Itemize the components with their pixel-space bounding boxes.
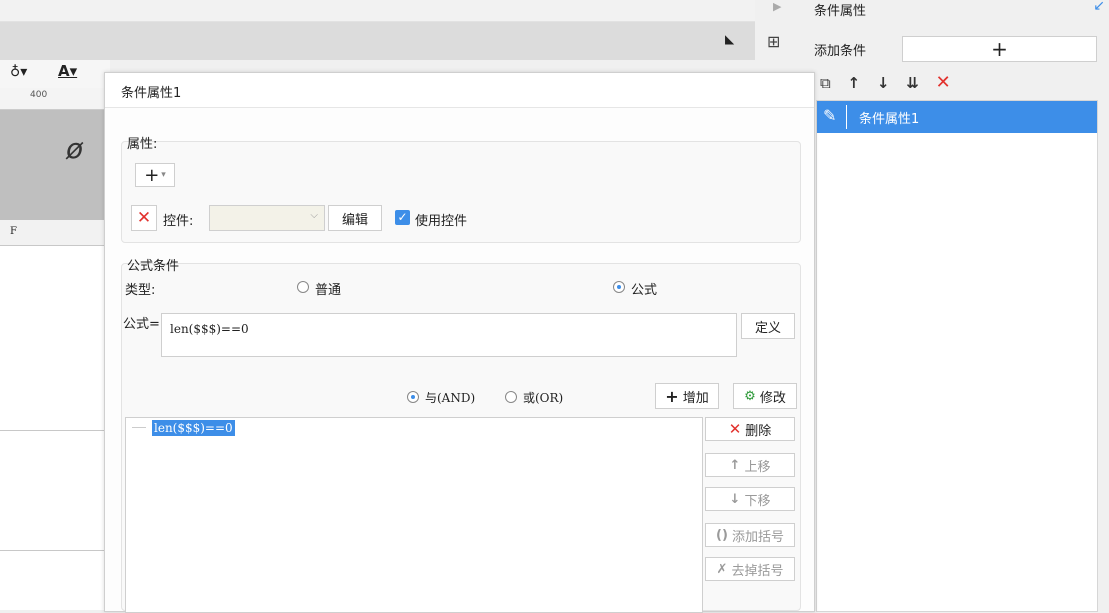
move-up-button[interactable]: ↑ 上移 [705,453,795,477]
delete-button-label: 删除 [745,423,772,439]
arrow-down-icon: ↓ [729,491,741,507]
table-row[interactable]: len($$$)==0 [152,420,235,436]
type-formula-radio[interactable] [613,281,625,293]
add-condition-button[interactable]: + [902,36,1097,62]
tree-connector [132,427,146,428]
bracket-icon: () [716,527,728,543]
move-up-icon[interactable]: ↑ [848,74,861,92]
grid-panel-icon[interactable]: ⊞ [767,32,780,51]
condition-tree: len($$$)==0 [125,417,703,613]
ruler-value: 400 [30,90,48,100]
hidden-eye-icon: ø [66,132,84,165]
type-normal-radio[interactable] [297,281,309,293]
condition-attribute-dialog: 条件属性1 属性: + ▾ ✕ 控件: ⌵ 编辑 ✓ 使用控件 公式条件 类型: … [104,72,815,613]
type-formula-label: 公式 [631,283,658,298]
add-attribute-button[interactable]: + ▾ [135,163,175,187]
sheet-column-header: F [0,220,110,246]
use-control-label: 使用控件 [415,214,468,229]
list-item-label: 条件属性1 [859,112,920,127]
condition-list: ✎ 条件属性1 [816,100,1098,612]
copy-icon[interactable]: ⧉ [820,74,831,92]
list-divider [846,105,847,129]
pencil-icon: ✎ [823,106,837,125]
grid-line [0,430,110,431]
formula-group-label: 公式条件 [127,259,180,274]
delete-icon: ✕ [728,420,742,438]
edit-button[interactable]: 编辑 [328,205,382,231]
resize-icon[interactable]: ↙ [1093,0,1105,14]
sheet-grid [0,246,110,610]
or-radio[interactable] [505,391,517,403]
remove-bracket-button[interactable]: ✗ 去掉括号 [705,557,795,581]
formula-label: 公式= [123,317,160,332]
modify-button-label: 修改 [759,390,786,406]
remove-bracket-icon: ✗ [716,561,728,577]
and-label: 与(AND) [425,391,476,405]
define-button[interactable]: 定义 [741,313,795,339]
move-down-label: 下移 [744,493,771,509]
panel-title: 条件属性 [814,4,867,19]
type-label: 类型: [125,283,156,298]
chevron-down-icon: ⌵ [310,210,318,221]
add-condition-item-button[interactable]: + 增加 [655,383,719,409]
control-label: 控件: [163,214,194,229]
move-down-button[interactable]: ↓ 下移 [705,487,795,511]
font-color-icon[interactable]: A▾ [58,62,77,80]
modify-icon: ⚙ [744,388,756,404]
grid-line [0,550,110,551]
delete-icon[interactable]: ✕ [936,72,951,93]
modify-button[interactable]: ⚙ 修改 [733,383,797,409]
plus-icon: + [665,386,679,406]
fill-color-icon[interactable]: ♁▾ [10,64,27,80]
move-down-icon[interactable]: ↓ [877,74,890,92]
collapse-corner-icon[interactable]: ◣ [725,32,734,46]
add-attribute-label: + [144,164,160,186]
condition-attributes-panel: 条件属性 ↙ 添加条件 + ⧉ ↑ ↓ ⇊ ✕ ✎ 条件属性1 [802,0,1109,612]
or-label: 或(OR) [523,391,564,405]
chevron-down-icon: ▾ [161,170,166,180]
dialog-title: 条件属性1 [121,86,182,101]
list-item[interactable]: ✎ 条件属性1 [817,101,1097,133]
use-control-checkbox[interactable]: ✓ [395,210,410,225]
delete-button[interactable]: ✕ 删除 [705,417,795,441]
move-up-label: 上移 [744,459,771,475]
expand-arrow-icon[interactable]: ▶ [773,0,781,13]
attributes-group-label: 属性: [127,137,158,152]
add-bracket-label: 添加括号 [731,529,784,545]
remove-attribute-icon[interactable]: ✕ [131,205,157,231]
dialog-title-bar: 条件属性1 [105,73,814,108]
editor-top-strip [0,0,755,22]
add-condition-label: 添加条件 [814,44,867,59]
remove-bracket-label: 去掉括号 [731,563,784,579]
column-label: F [10,226,17,237]
and-radio[interactable] [407,391,419,403]
editor-canvas-area: ø [0,110,110,220]
arrow-up-icon: ↑ [729,457,741,473]
move-bottom-icon[interactable]: ⇊ [906,74,919,92]
formula-input[interactable]: len($$$)==0 [161,313,737,357]
editor-ruler: 400 [0,88,110,110]
type-normal-label: 普通 [315,283,342,298]
add-bracket-button[interactable]: () 添加括号 [705,523,795,547]
editor-toolbar: ♁▾ A▾ [0,60,110,88]
editor-title-bar: ◣ [0,22,755,60]
control-select[interactable]: ⌵ [209,205,325,231]
add-button-label: 增加 [682,390,709,406]
